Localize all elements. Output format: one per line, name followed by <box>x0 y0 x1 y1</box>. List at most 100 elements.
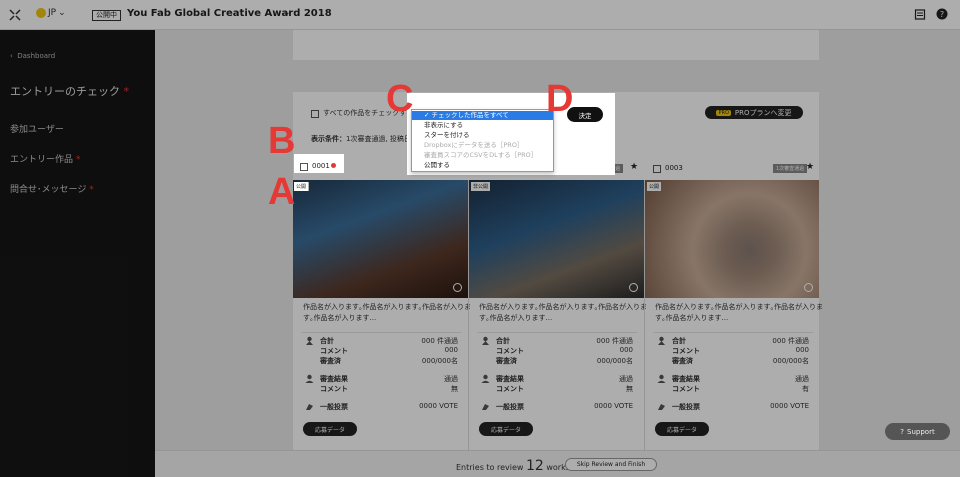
divider <box>477 332 637 333</box>
stat-label: 一般投票 <box>672 403 700 411</box>
stat-value: 000/000名 <box>421 357 458 365</box>
chevron-down-icon: ⌄ <box>58 8 66 18</box>
vote-row: 一般投票 <box>320 402 348 412</box>
entry-photo[interactable]: 公開 <box>293 180 468 298</box>
help-icon[interactable]: ? <box>936 8 948 20</box>
result-comment-row: コメント <box>320 384 348 394</box>
stat-label: コメント <box>496 347 524 355</box>
user-icon <box>481 374 490 383</box>
zoom-icon[interactable] <box>804 283 813 292</box>
zoom-icon[interactable] <box>453 283 462 292</box>
stat-value: 000 件通過 <box>421 337 458 345</box>
callout-c: C <box>386 78 414 120</box>
check-all-checkbox[interactable] <box>311 110 319 118</box>
sidebar-heading-label: エントリーのチェック <box>10 85 120 98</box>
entry-checkbox[interactable] <box>653 165 661 173</box>
callout-d: D <box>546 78 574 120</box>
apply-data-button[interactable]: 応募データ <box>479 422 533 436</box>
back-link[interactable]: ‹ Dashboard <box>10 52 55 60</box>
review-prefix: Entries to review <box>456 463 524 472</box>
support-label: Support <box>907 427 935 436</box>
dropdown-option-label: 審査員スコアのCSVをDLする［PRO］ <box>424 151 538 159</box>
status-badge: 公開中 <box>92 10 121 21</box>
column-divider <box>468 180 469 452</box>
stat-label: 審査結果 <box>320 375 348 383</box>
pro-upgrade-button[interactable]: PRO PROプランへ変更 <box>705 106 803 119</box>
entry-checkbox[interactable] <box>300 163 308 171</box>
entry-number: 0001 <box>312 162 330 170</box>
stat-label: 審査結果 <box>672 375 700 383</box>
stat-label: 合計 <box>672 337 686 345</box>
review-count: 12 <box>525 458 544 474</box>
stat-label: 一般投票 <box>320 403 348 411</box>
apply-data-button[interactable]: 応募データ <box>303 422 357 436</box>
review-bar: Entries to review 12 works Skip Review a… <box>155 450 960 477</box>
vote-row: 一般投票 <box>496 402 524 412</box>
stat-label: コメント <box>496 385 524 393</box>
unread-dot <box>331 163 336 168</box>
language-selector[interactable]: JP ⌄ <box>36 8 66 18</box>
pro-label: PROプランへ変更 <box>734 108 792 117</box>
result-comment-row: コメント <box>672 384 700 394</box>
page-title[interactable]: You Fab Global Creative Award 2018 <box>127 8 332 19</box>
vote-icon <box>482 404 489 410</box>
sidebar-item-entries[interactable]: エントリー作品 * <box>10 152 80 165</box>
dropdown-option-label: 公開する <box>424 161 450 169</box>
pro-tag: PRO <box>716 109 731 116</box>
top-bar: JP ⌄ 公開中 You Fab Global Creative Award 2… <box>0 0 960 30</box>
divider <box>653 332 813 333</box>
stat-value: 通過 <box>444 375 458 383</box>
stat-label: 合計 <box>496 337 510 345</box>
support-icon: ? <box>900 427 905 436</box>
award-icon <box>658 336 665 345</box>
stat-label: コメント <box>320 385 348 393</box>
dropdown-option: Dropboxにデータを送る［PRO］ <box>412 141 553 150</box>
comment-row: コメント <box>496 346 524 356</box>
stat-value: 通過 <box>795 375 809 383</box>
result-comment-row: コメント <box>496 384 524 394</box>
star-icon[interactable]: ★ <box>806 162 814 172</box>
column-divider <box>644 180 645 452</box>
stat-label: 一般投票 <box>496 403 524 411</box>
skip-review-button[interactable]: Skip Review and Finish <box>565 458 657 471</box>
filter-label: 表示条件： <box>311 135 346 143</box>
logo-icon[interactable] <box>8 8 22 22</box>
dropdown-option[interactable]: スターを付ける <box>412 131 553 140</box>
result-row: 審査結果 <box>672 374 700 384</box>
comment-row: コメント <box>672 346 700 356</box>
publish-status: 公開 <box>647 182 662 191</box>
back-link-label: Dashboard <box>17 52 56 60</box>
review-summary: Entries to review 12 works <box>456 458 570 474</box>
publish-status: 非公開 <box>471 182 491 191</box>
stat-label: 審査済 <box>672 357 693 365</box>
sidebar-item-messages[interactable]: 問合せ･メッセージ * <box>10 182 94 195</box>
filter-text: 表示条件：1次審査通過, 投稿日順 <box>311 134 418 144</box>
entry-title: 作品名が入ります｡作品名が入ります｡作品名が入ります｡作品名が入ります... <box>303 303 471 322</box>
entry-photo[interactable]: 公開 <box>645 180 819 298</box>
sidebar-item-users[interactable]: 参加ユーザー <box>10 122 64 135</box>
stat-value: 000 件通過 <box>772 337 809 345</box>
calendar-icon[interactable] <box>914 8 926 20</box>
divider <box>301 332 461 333</box>
zoom-icon[interactable] <box>629 283 638 292</box>
judged-row: 審査済 <box>320 356 341 366</box>
apply-data-button[interactable]: 応募データ <box>655 422 709 436</box>
svg-text:?: ? <box>940 10 944 19</box>
star-icon[interactable]: ★ <box>630 162 638 172</box>
dropdown-option-label: 非表示にする <box>424 121 464 129</box>
dropdown-option[interactable]: 非表示にする <box>412 121 553 130</box>
dropdown-option[interactable]: 公開する <box>412 161 553 170</box>
stat-value: 000 <box>619 346 633 354</box>
total-row: 合計 <box>496 336 510 346</box>
user-icon <box>305 374 314 383</box>
stat-label: コメント <box>320 347 348 355</box>
support-button[interactable]: ? Support <box>885 423 950 440</box>
result-row: 審査結果 <box>320 374 348 384</box>
entry-photo[interactable]: 非公開 <box>469 180 644 298</box>
bulk-action-dropdown[interactable]: ✓ チェックした作品をすべて 非表示にする スターを付ける Dropboxにデー… <box>411 109 554 172</box>
entry-header: 0003 1次審査通過 ★ <box>645 160 819 178</box>
stat-label: コメント <box>672 385 700 393</box>
chevron-down-icon[interactable]: ⌄ <box>283 8 291 18</box>
dropdown-option[interactable]: ✓ チェックした作品をすべて <box>412 111 553 120</box>
sidebar-item-label: 参加ユーザー <box>10 125 64 135</box>
